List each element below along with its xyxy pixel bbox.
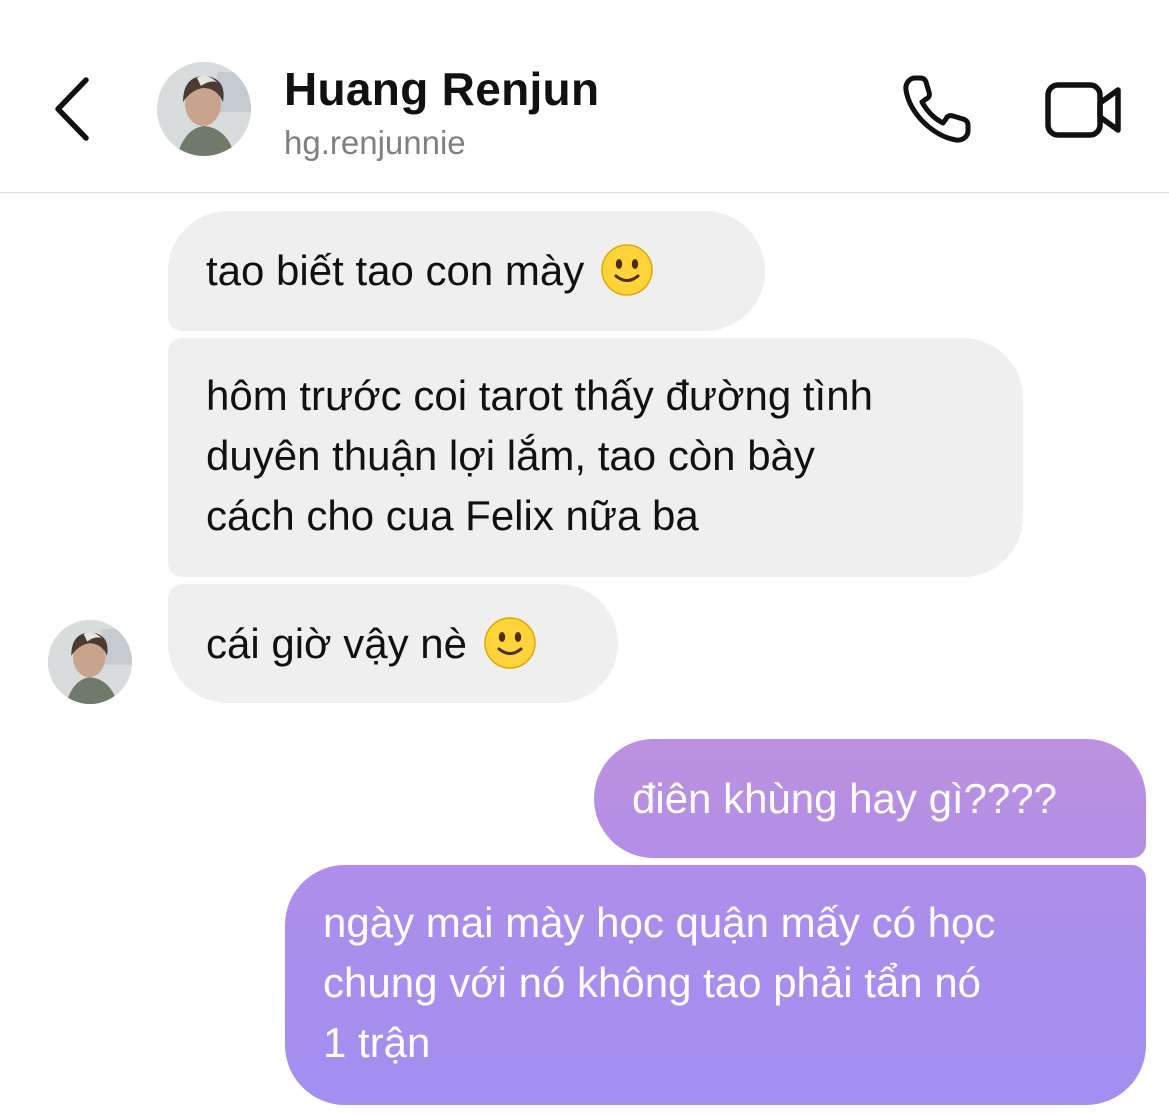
message-line: hôm trước coi tarot thấy đường tình — [206, 372, 873, 419]
message-line: chung với nó không tao phải tẩn nó — [323, 959, 982, 1006]
message-line: 1 trận — [323, 1019, 431, 1066]
sender-avatar[interactable] — [48, 620, 132, 704]
slightly-smiling-face-icon — [601, 244, 653, 296]
message-text: điên khùng hay gì???? — [632, 775, 1058, 822]
chevron-left-icon — [55, 77, 89, 141]
video-camera-icon — [1045, 82, 1121, 138]
phone-icon — [903, 75, 971, 143]
video-call-button[interactable] — [1044, 76, 1124, 142]
outgoing-message[interactable]: điên khùng hay gì???? — [594, 739, 1146, 858]
slightly-smiling-face-icon — [484, 617, 536, 669]
chat-header: Huang Renjun hg.renjunnie — [0, 0, 1169, 193]
profile-photo — [157, 62, 251, 156]
conversation-title: Huang Renjun — [284, 63, 600, 115]
profile-photo — [48, 620, 132, 704]
conversation-username: hg.renjunnie — [284, 124, 466, 161]
audio-call-button[interactable] — [900, 72, 974, 146]
avatar[interactable] — [157, 62, 251, 156]
message-line: cách cho cua Felix nữa ba — [206, 492, 699, 539]
message-text: cái giờ vậy nè — [206, 620, 468, 667]
outgoing-message[interactable]: ngày mai mày học quận mấy có học chung v… — [285, 865, 1146, 1105]
message-text: tao biết tao con mày — [206, 247, 585, 294]
incoming-message[interactable]: tao biết tao con mày — [168, 211, 765, 331]
message-line: duyên thuận lợi lắm, tao còn bày — [206, 432, 815, 479]
incoming-message[interactable]: hôm trước coi tarot thấy đường tình duyê… — [168, 338, 1023, 577]
back-button[interactable] — [48, 76, 100, 142]
incoming-message[interactable]: cái giờ vậy nè — [168, 584, 618, 703]
message-line: ngày mai mày học quận mấy có học — [323, 899, 996, 946]
